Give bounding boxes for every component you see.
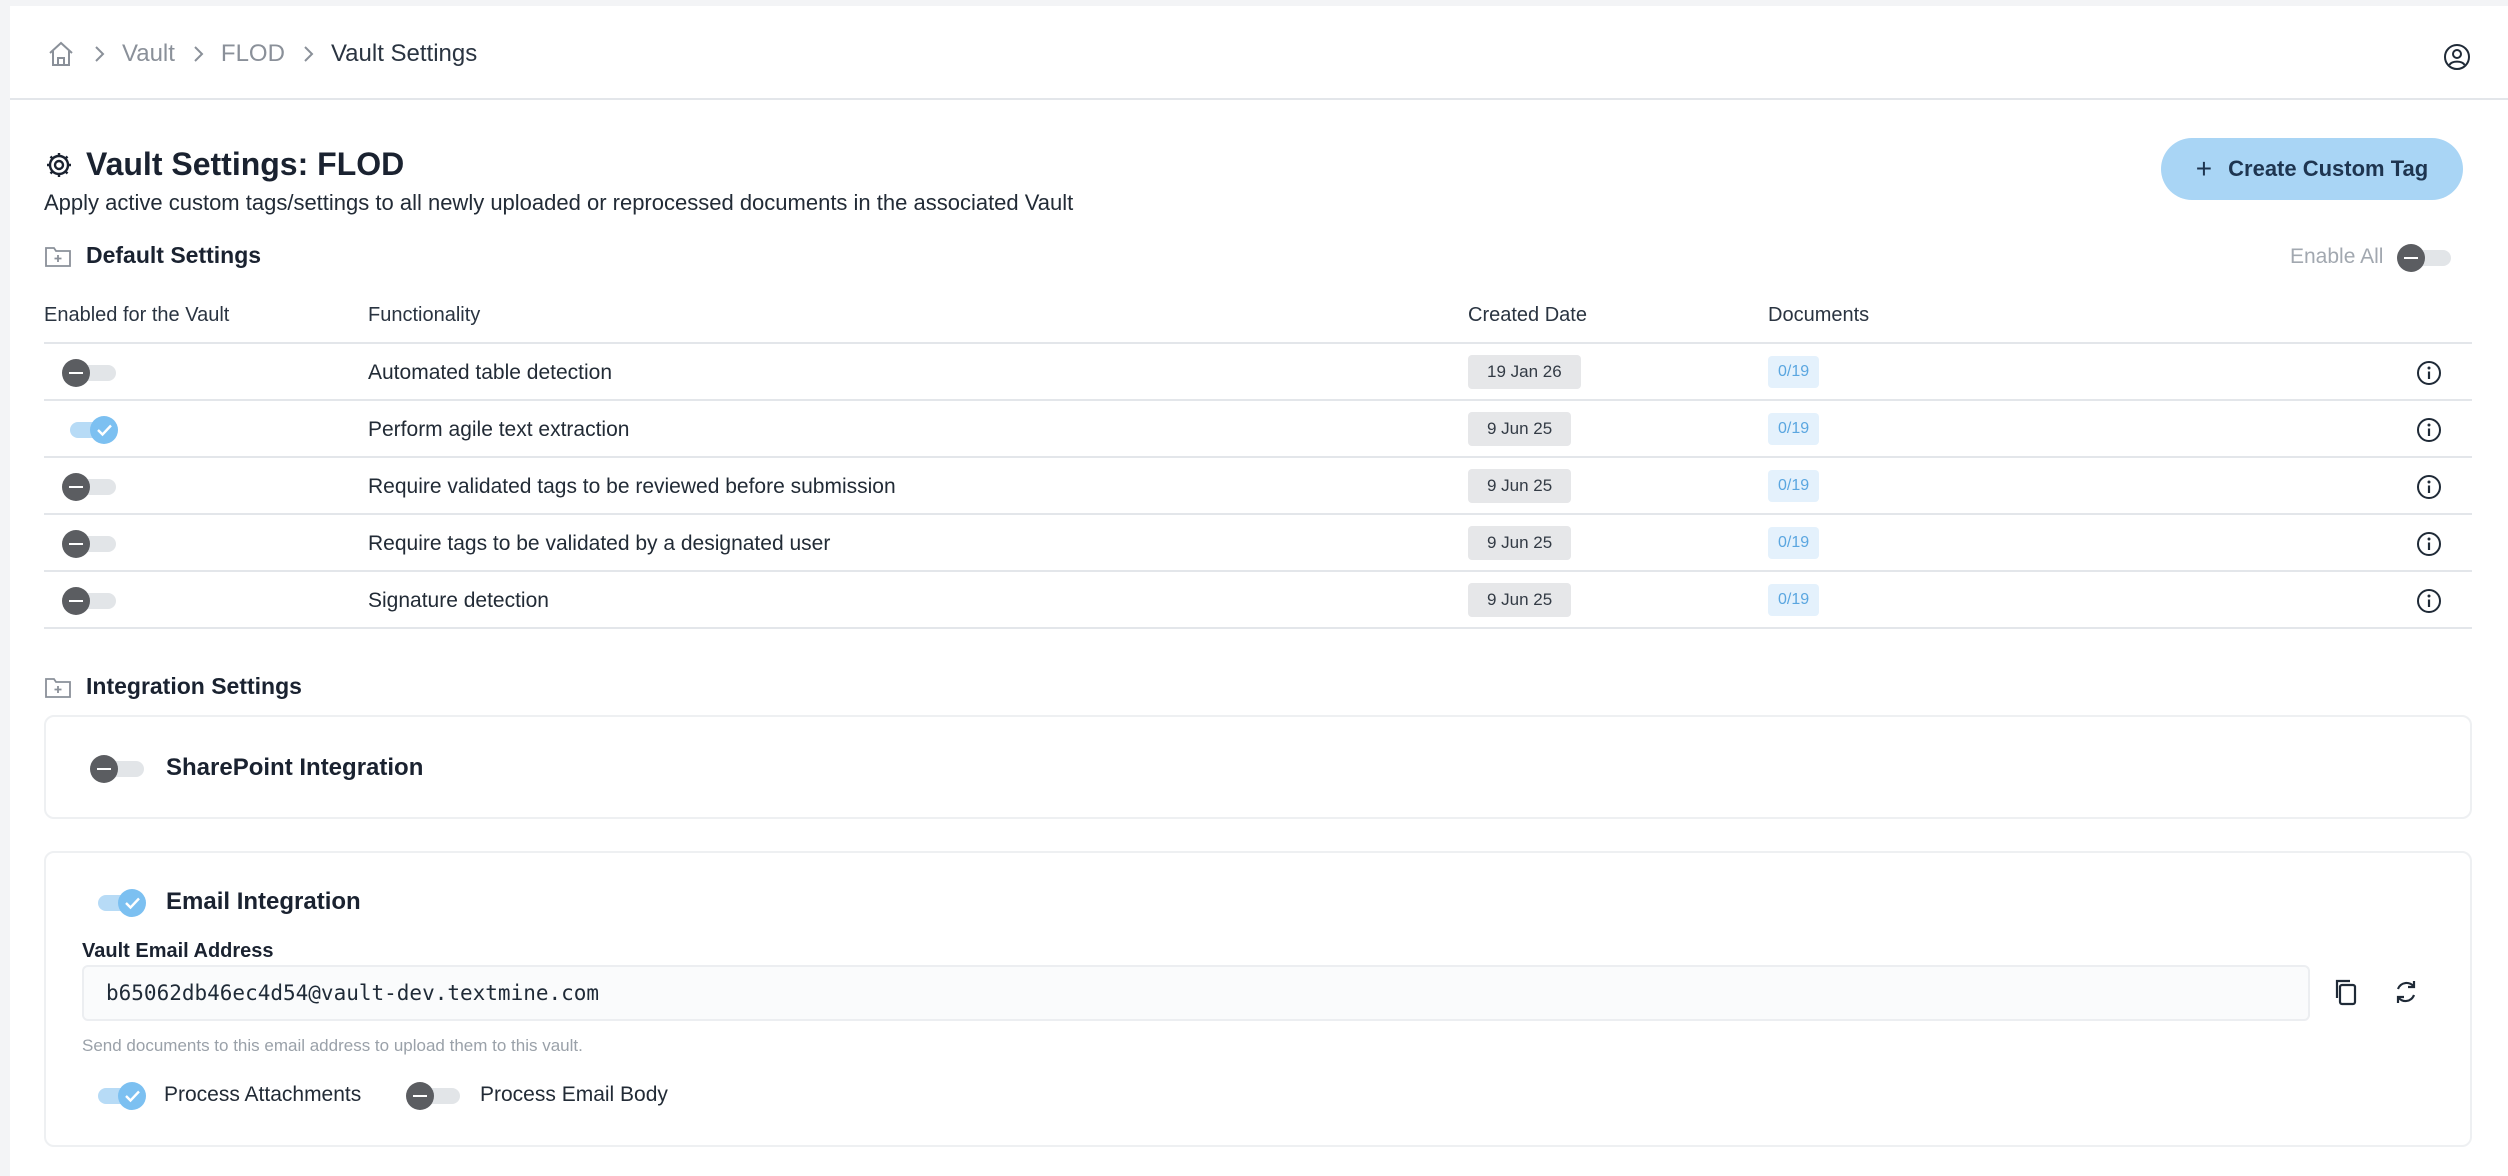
table-header: Enabled for the Vault Functionality Crea… (44, 296, 2472, 344)
copy-icon[interactable] (2329, 975, 2363, 1009)
process-attachments-option: Process Attachments (90, 1082, 362, 1110)
plus-icon: + (2195, 153, 2213, 184)
column-header-created-date: Created Date (1468, 304, 1587, 326)
vault-email-address-label: Vault Email Address (82, 940, 274, 962)
info-icon[interactable] (2416, 474, 2442, 500)
table-row: Automated table detection 19 Jan 26 0/19 (44, 344, 2472, 401)
table-row: Require validated tags to be reviewed be… (44, 458, 2472, 515)
breadcrumb-current: Vault Settings (330, 40, 478, 67)
functionality-label: Automated table detection (368, 361, 613, 384)
sharepoint-integration-toggle[interactable] (90, 755, 146, 783)
chevron-right-icon (301, 44, 315, 64)
breadcrumb-flod[interactable]: FLOD (221, 40, 285, 68)
column-header-enabled: Enabled for the Vault (44, 304, 230, 326)
functionality-label: Perform agile text extraction (368, 418, 630, 441)
create-custom-tag-button[interactable]: + Create Custom Tag (2161, 138, 2463, 200)
created-date-badge: 9 Jun 25 (1468, 412, 1572, 446)
row-enable-toggle[interactable] (62, 359, 118, 387)
sharepoint-integration-header: SharePoint Integration (90, 754, 424, 783)
row-enable-toggle[interactable] (62, 473, 118, 501)
breadcrumb: Vault FLOD Vault Settings (46, 36, 477, 72)
email-integration-header: Email Integration (90, 888, 361, 917)
sharepoint-integration-card: SharePoint Integration (44, 715, 2472, 819)
sharepoint-integration-title: SharePoint Integration (166, 754, 424, 781)
vault-email-address-field[interactable]: b65062db46ec4d54@vault-dev.textmine.com (82, 965, 2310, 1021)
refresh-icon[interactable] (2389, 975, 2423, 1009)
created-date-badge: 9 Jun 25 (1468, 469, 1572, 503)
table-row: Require tags to be validated by a design… (44, 515, 2472, 572)
email-helper-text: Send documents to this email address to … (82, 1036, 583, 1055)
info-icon[interactable] (2416, 417, 2442, 443)
created-date-badge: 19 Jan 26 (1468, 355, 1581, 389)
breadcrumb-vault[interactable]: Vault (122, 40, 175, 68)
process-attachments-toggle[interactable] (90, 1082, 146, 1110)
column-header-documents: Documents (1768, 304, 1870, 326)
process-attachments-label: Process Attachments (164, 1083, 362, 1106)
info-icon[interactable] (2416, 588, 2442, 614)
vault-settings-page: Vault FLOD Vault Settings Vault Settings… (10, 6, 2508, 1176)
section-title: Integration Settings (86, 673, 302, 699)
functionality-label: Require tags to be validated by a design… (368, 532, 831, 555)
default-settings-table: Enabled for the Vault Functionality Crea… (44, 296, 2472, 629)
documents-count-badge[interactable]: 0/19 (1768, 584, 1820, 616)
page-subtitle: Apply active custom tags/settings to all… (44, 190, 1074, 215)
create-custom-tag-label: Create Custom Tag (2228, 156, 2429, 181)
home-icon[interactable] (46, 39, 76, 69)
documents-count-badge[interactable]: 0/19 (1768, 413, 1820, 445)
info-icon[interactable] (2416, 531, 2442, 557)
process-email-body-option: Process Email Body (406, 1082, 668, 1110)
functionality-label: Signature detection (368, 589, 549, 612)
page-title: Vault Settings: FLOD (86, 146, 405, 182)
process-email-body-label: Process Email Body (480, 1083, 668, 1106)
chevron-right-icon (92, 44, 106, 64)
info-icon[interactable] (2416, 360, 2442, 386)
functionality-label: Require validated tags to be reviewed be… (368, 475, 896, 498)
email-integration-toggle[interactable] (90, 889, 146, 917)
table-row: Signature detection 9 Jun 25 0/19 (44, 572, 2472, 629)
created-date-badge: 9 Jun 25 (1468, 583, 1572, 617)
row-enable-toggle[interactable] (62, 587, 118, 615)
folder-plus-icon (44, 675, 72, 699)
gear-icon (44, 150, 74, 180)
section-title: Default Settings (86, 242, 262, 268)
top-bar: Vault FLOD Vault Settings (10, 6, 2508, 100)
integration-settings-heading: Integration Settings (44, 673, 302, 700)
page-header: Vault Settings: FLOD (44, 146, 404, 183)
email-integration-card: Email Integration Vault Email Address b6… (44, 851, 2472, 1147)
user-circle-icon[interactable] (2442, 42, 2472, 72)
default-settings-heading: Default Settings (44, 242, 261, 269)
created-date-badge: 9 Jun 25 (1468, 526, 1572, 560)
table-row: Perform agile text extraction 9 Jun 25 0… (44, 401, 2472, 458)
enable-all-toggle[interactable] (2397, 244, 2453, 272)
documents-count-badge[interactable]: 0/19 (1768, 470, 1820, 502)
enable-all-control: Enable All (2290, 244, 2453, 272)
enable-all-label: Enable All (2290, 245, 2384, 268)
chevron-right-icon (191, 44, 205, 64)
process-email-body-toggle[interactable] (406, 1082, 462, 1110)
email-integration-title: Email Integration (166, 888, 361, 915)
row-enable-toggle[interactable] (62, 416, 118, 444)
column-header-functionality: Functionality (368, 304, 481, 326)
folder-plus-icon (44, 244, 72, 268)
row-enable-toggle[interactable] (62, 530, 118, 558)
documents-count-badge[interactable]: 0/19 (1768, 356, 1820, 388)
documents-count-badge[interactable]: 0/19 (1768, 527, 1820, 559)
